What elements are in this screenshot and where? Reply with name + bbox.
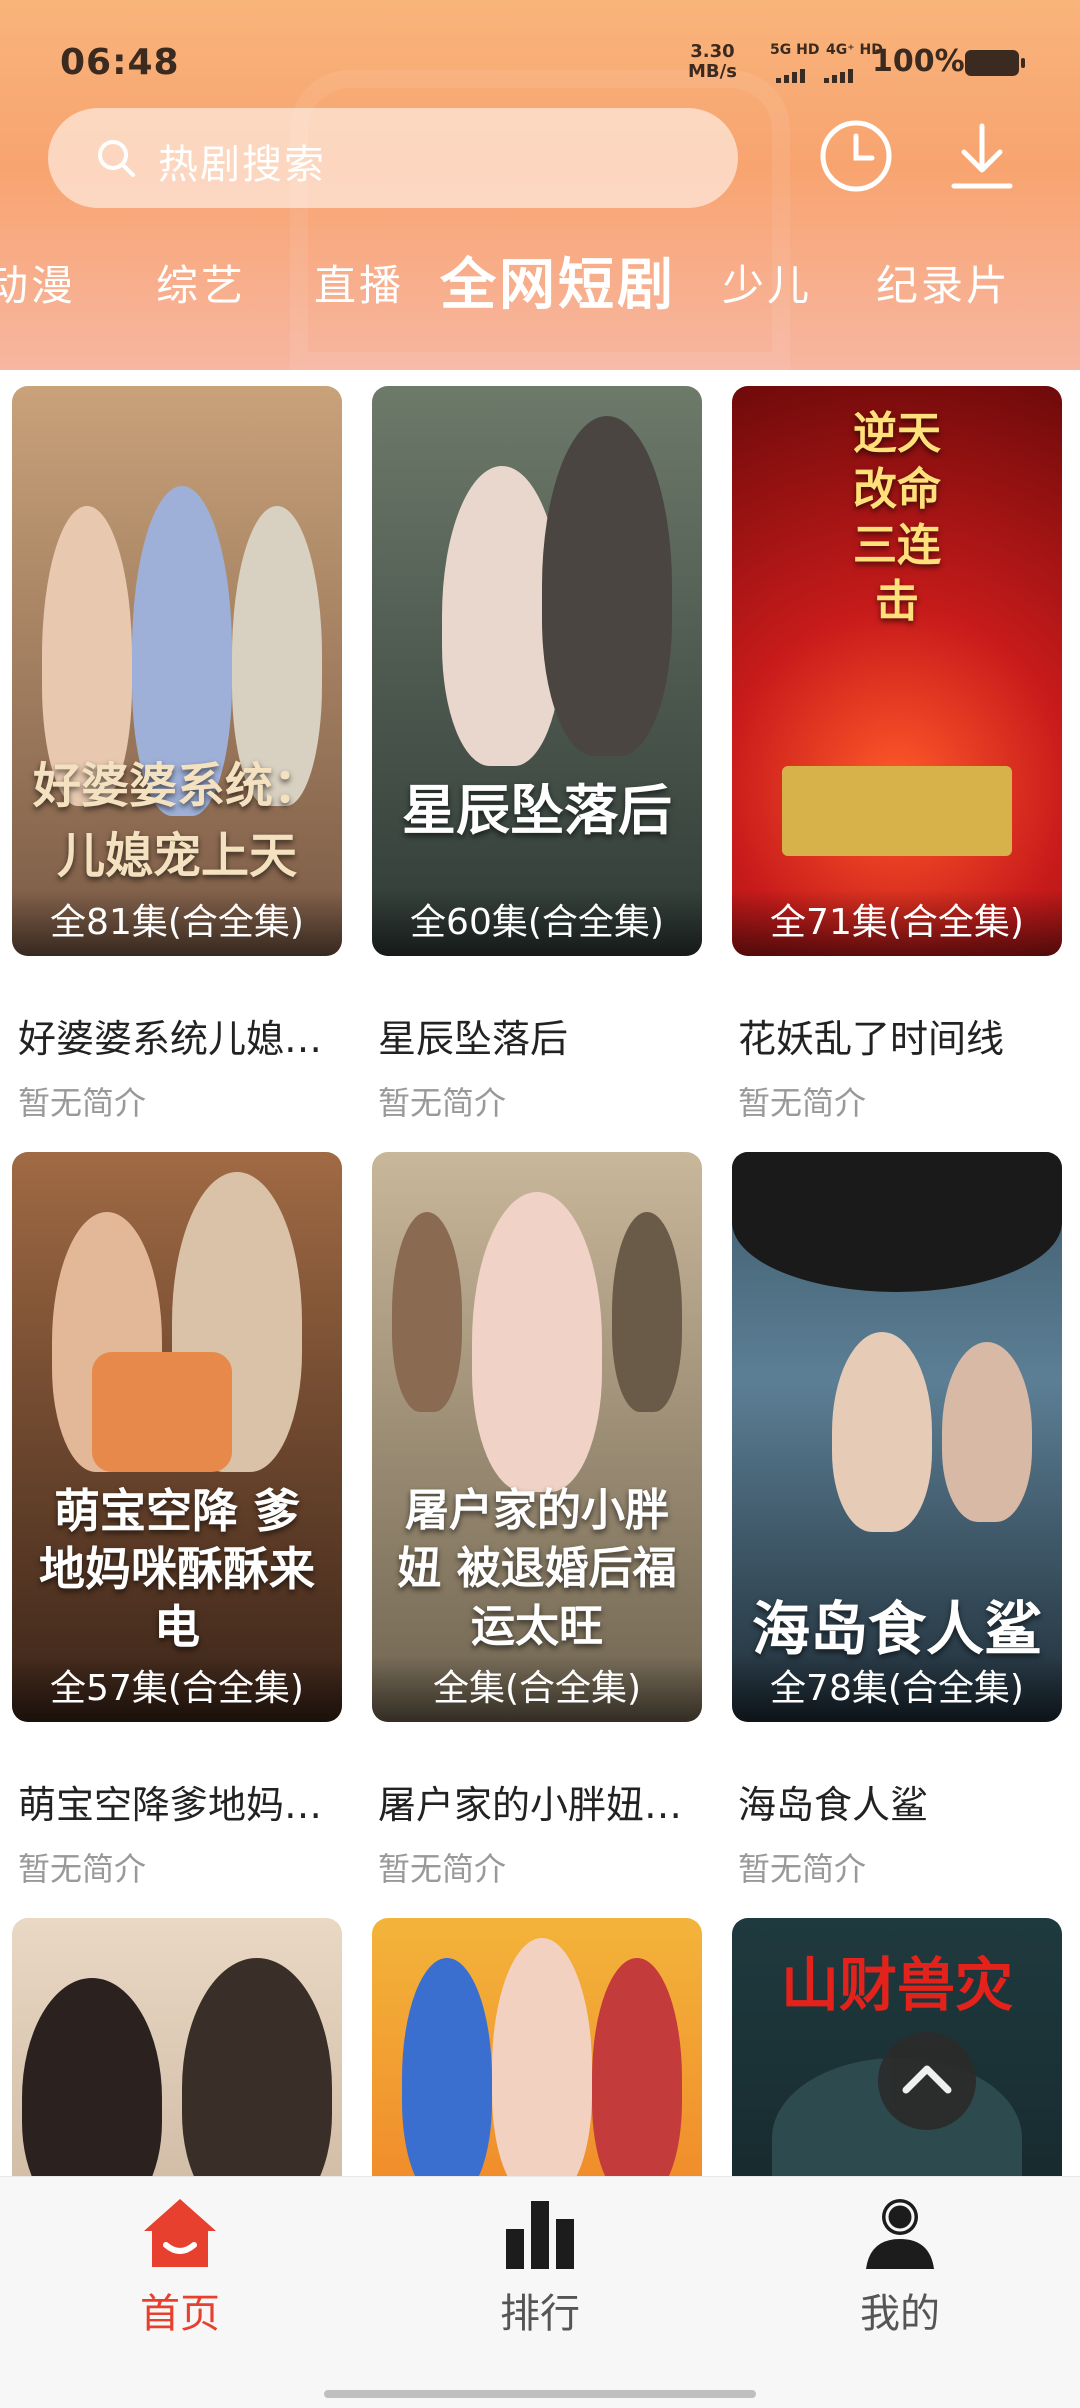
home-icon	[144, 2199, 216, 2267]
drama-poster: 屠户家的小胖妞 被退婚后福运太旺 全集(合全集)	[372, 1152, 702, 1722]
signal-bars-1-icon	[776, 64, 808, 83]
drama-title: 星辰坠落后	[378, 1017, 569, 1061]
network-5g-label: 5G HD	[770, 42, 820, 58]
poster-figure	[612, 1212, 682, 1412]
poster-title: 萌宝空降 爹地妈咪酥酥来电	[39, 1484, 315, 1654]
drama-description: 暂无简介	[378, 1084, 507, 1122]
nav-home-label: 首页	[140, 2291, 220, 2337]
clock-icon[interactable]	[818, 118, 894, 194]
drama-poster: 逆天改命三连击 全71集(合全集)	[732, 386, 1062, 956]
drama-description: 暂无简介	[738, 1084, 867, 1122]
tab-variety[interactable]: 综艺	[156, 252, 246, 313]
search-placeholder: 热剧搜索	[158, 142, 326, 188]
scroll-top-button[interactable]	[878, 2032, 976, 2130]
category-tabs: 动漫 综艺 直播 全网短剧 少儿 纪录片	[0, 240, 1080, 320]
drama-poster: 好婆婆系统：儿媳宠上天 全81集(合全集)	[12, 386, 342, 956]
poster-figure	[492, 1938, 592, 2178]
drama-description: 暂无简介	[18, 1084, 147, 1122]
gesture-home-bar[interactable]	[324, 2390, 756, 2398]
tab-short-drama[interactable]: 全网短剧	[440, 240, 676, 320]
episode-count: 全81集(合全集)	[12, 890, 342, 956]
drama-description: 暂无简介	[18, 1850, 147, 1888]
poster-object	[92, 1352, 232, 1472]
drama-grid: 好婆婆系统：儿媳宠上天 全81集(合全集) 好婆婆系统儿媳宠上天 暂无简介 星辰…	[0, 370, 1080, 2178]
nav-profile[interactable]: 我的	[800, 2193, 1000, 2339]
poster-figure	[832, 1332, 932, 1532]
drama-title: 海岛食人鲨	[738, 1783, 929, 1827]
poster-title: 屠户家的小胖妞 被退婚后福运太旺	[397, 1485, 677, 1652]
bottom-navigation: 首页 排行 我的	[0, 2176, 1080, 2408]
tab-kids[interactable]: 少儿	[722, 252, 812, 313]
nav-home[interactable]: 首页	[80, 2193, 280, 2339]
episode-count: 全集(合全集)	[372, 1656, 702, 1722]
poster-title: 星辰坠落后	[402, 779, 672, 842]
drama-title: 屠户家的小胖妞被退婚后福运太旺	[378, 1783, 718, 1827]
poster-title: 逆天改命三连击	[853, 408, 941, 627]
status-bar: 06:48 3.30 MB/s 5G HD 4G⁺ HD 100%	[0, 30, 1080, 100]
poster-shark-jaw	[732, 1152, 1062, 1292]
poster-figure	[592, 1958, 682, 2178]
poster-figure	[472, 1192, 602, 1492]
poster-figure	[22, 1978, 162, 2178]
poster-title: 山财兽灾	[780, 1951, 1013, 2019]
signal-bars-2-icon	[824, 64, 856, 83]
drama-poster: 萌宝空降 爹地妈咪酥酥来电 全57集(合全集)	[12, 1152, 342, 1722]
poster-title: 好婆婆系统：儿媳宠上天	[32, 758, 321, 884]
episode-count: 全57集(合全集)	[12, 1656, 342, 1722]
drama-description: 暂无简介	[378, 1850, 507, 1888]
tab-anime[interactable]: 动漫	[0, 252, 76, 313]
poster-figure	[402, 1958, 492, 2178]
network-speed-value: 3.30	[690, 41, 735, 62]
episode-count: 全78集(合全集)	[732, 1656, 1062, 1722]
episode-count: 全71集(合全集)	[732, 890, 1062, 956]
drama-poster: 海岛食人鲨 全78集(合全集)	[732, 1152, 1062, 1722]
bar-chart-icon	[506, 2201, 574, 2269]
tab-live[interactable]: 直播	[314, 252, 404, 313]
network-speed: 3.30 MB/s	[688, 42, 737, 82]
nav-rank[interactable]: 排行	[440, 2193, 640, 2339]
download-icon[interactable]	[950, 122, 1014, 192]
network-speed-unit: MB/s	[688, 61, 737, 82]
drama-poster	[372, 1918, 702, 2178]
drama-title: 花妖乱了时间线	[738, 1017, 1005, 1061]
episode-count: 全60集(合全集)	[372, 890, 702, 956]
search-icon	[98, 140, 135, 177]
poster-banner	[782, 766, 1012, 856]
drama-title: 好婆婆系统儿媳宠上天	[18, 1017, 358, 1061]
battery-percent: 100%	[872, 44, 965, 79]
nav-profile-label: 我的	[860, 2291, 940, 2337]
poster-figure	[182, 1958, 332, 2178]
poster-figure	[392, 1212, 462, 1412]
poster-title: 海岛食人鲨	[751, 1595, 1042, 1663]
drama-title: 萌宝空降爹地妈咪酥酥来电	[18, 1783, 358, 1827]
user-icon	[866, 2199, 934, 2269]
tab-documentary[interactable]: 纪录片	[876, 252, 1011, 313]
poster-figure	[942, 1342, 1032, 1522]
chevron-up-icon	[902, 2065, 952, 2094]
drama-poster: 星辰坠落后 全60集(合全集)	[372, 386, 702, 956]
header: 06:48 3.30 MB/s 5G HD 4G⁺ HD 100% 热剧搜索 动…	[0, 0, 1080, 370]
nav-rank-label: 排行	[500, 2291, 580, 2337]
status-time: 06:48	[60, 42, 180, 83]
drama-poster	[12, 1918, 342, 2178]
drama-description: 暂无简介	[738, 1850, 867, 1888]
battery-icon	[965, 50, 1025, 76]
poster-figure	[542, 416, 672, 756]
search-bar[interactable]: 热剧搜索	[48, 108, 738, 208]
